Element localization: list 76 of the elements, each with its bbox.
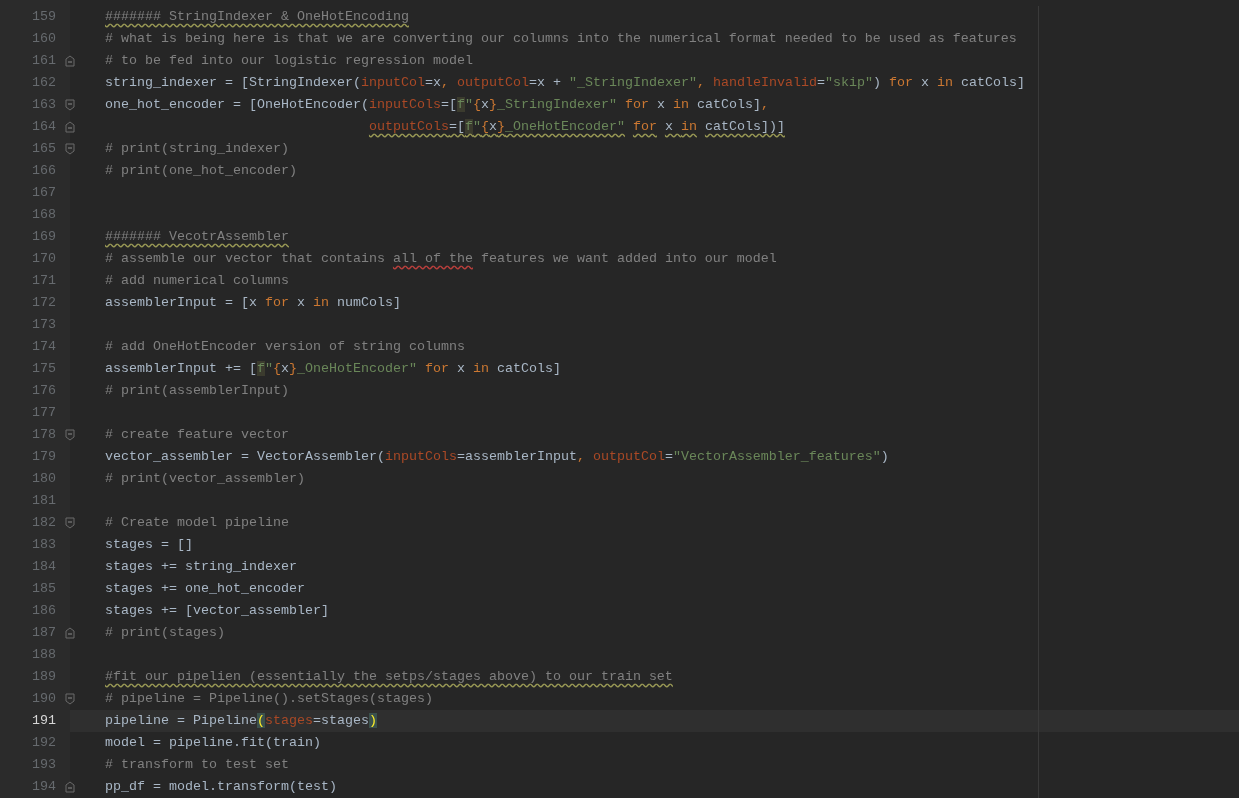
line-number: 185: [31, 580, 56, 598]
comment-line: #fit our pipelien (essentially the setps/stages above) to our train set: [105, 668, 673, 686]
line-number: 174: [31, 338, 56, 356]
comment-line: # assemble our vector that contains all of the features we want added into our model: [105, 250, 777, 268]
line-number: 187: [31, 624, 56, 642]
fold-end-icon[interactable]: [65, 627, 75, 639]
line-number: 188: [31, 646, 56, 664]
fold-end-icon[interactable]: [65, 55, 75, 67]
comment-line: # what is being here is that we are converting our columns into the numerical format needed to be used as features: [105, 30, 1017, 48]
fold-start-icon[interactable]: [65, 143, 75, 155]
line-number: 180: [31, 470, 56, 488]
comment-line: # pipeline = Pipeline().setStages(stages): [105, 690, 433, 708]
line-number: 160: [31, 30, 56, 48]
code-line: one_hot_encoder = [OneHotEncoder(inputCols=[f"{x}_StringIndexer" for x in catCols],: [105, 96, 769, 114]
line-number: 163: [31, 96, 56, 114]
comment-line: # print(string_indexer): [105, 140, 289, 158]
code-line: stages += one_hot_encoder: [105, 580, 305, 598]
line-number: 164: [31, 118, 56, 136]
comment-line: # print(assemblerInput): [105, 382, 289, 400]
line-number: 166: [31, 162, 56, 180]
fold-start-icon[interactable]: [65, 693, 75, 705]
code-line: assemblerInput = [x for x in numCols]: [105, 294, 401, 312]
code-editor[interactable]: [0, 0, 1239, 798]
line-number: 159: [31, 8, 56, 26]
line-number: 173: [31, 316, 56, 334]
comment-line: # add OneHotEncoder version of string columns: [105, 338, 465, 356]
line-number: 192: [31, 734, 56, 752]
comment-line: ####### VecotrAssembler: [105, 228, 289, 246]
code-line: pipeline = Pipeline(stages=stages): [105, 712, 377, 730]
line-number: 167: [31, 184, 56, 202]
code-line: stages += string_indexer: [105, 558, 297, 576]
line-number: 172: [31, 294, 56, 312]
fold-start-icon[interactable]: [65, 429, 75, 441]
line-number: 168: [31, 206, 56, 224]
comment-line: # print(stages): [105, 624, 225, 642]
comment-line: # create feature vector: [105, 426, 289, 444]
line-number: 175: [31, 360, 56, 378]
comment-line: # print(vector_assembler): [105, 470, 305, 488]
comment-line: ####### StringIndexer & OneHotEncoding: [105, 8, 409, 26]
line-number: 171: [31, 272, 56, 290]
comment-line: # to be fed into our logistic regression model: [105, 52, 473, 70]
line-number: 176: [31, 382, 56, 400]
line-number: 170: [31, 250, 56, 268]
line-number: 165: [31, 140, 56, 158]
code-line: pp_df = model.transform(test): [105, 778, 337, 796]
fold-end-icon[interactable]: [65, 121, 75, 133]
line-number: 179: [31, 448, 56, 466]
line-number: 190: [31, 690, 56, 708]
code-line: stages = []: [105, 536, 193, 554]
line-number: 169: [31, 228, 56, 246]
comment-line: # add numerical columns: [105, 272, 289, 290]
line-number: 181: [31, 492, 56, 510]
line-number: 182: [31, 514, 56, 532]
code-line: stages += [vector_assembler]: [105, 602, 329, 620]
line-number: 177: [31, 404, 56, 422]
fold-start-icon[interactable]: [65, 517, 75, 529]
line-number: 161: [31, 52, 56, 70]
line-number: 189: [31, 668, 56, 686]
fold-end-icon[interactable]: [65, 781, 75, 793]
fold-start-icon[interactable]: [65, 99, 75, 111]
line-number: 193: [31, 756, 56, 774]
line-number: 183: [31, 536, 56, 554]
line-number: 162: [31, 74, 56, 92]
line-number: 191: [31, 712, 56, 730]
line-number: 184: [31, 558, 56, 576]
line-number: 194: [31, 778, 56, 796]
code-line: string_indexer = [StringIndexer(inputCol=x, outputCol=x + "_StringIndexer", handleInvalid="skip") for x in catCols]: [105, 74, 1025, 92]
line-number: 186: [31, 602, 56, 620]
code-line: outputCols=[f"{x}_OneHotEncoder" for x in catCols])]: [367, 118, 785, 136]
code-line: assemblerInput += [f"{x}_OneHotEncoder" for x in catCols]: [105, 360, 561, 378]
line-number: 178: [31, 426, 56, 444]
code-line: vector_assembler = VectorAssembler(inputCols=assemblerInput, outputCol="VectorAssembler_features"): [105, 448, 889, 466]
code-line: model = pipeline.fit(train): [105, 734, 321, 752]
comment-line: # Create model pipeline: [105, 514, 289, 532]
comment-line: # transform to test set: [105, 756, 289, 774]
comment-line: # print(one_hot_encoder): [105, 162, 297, 180]
